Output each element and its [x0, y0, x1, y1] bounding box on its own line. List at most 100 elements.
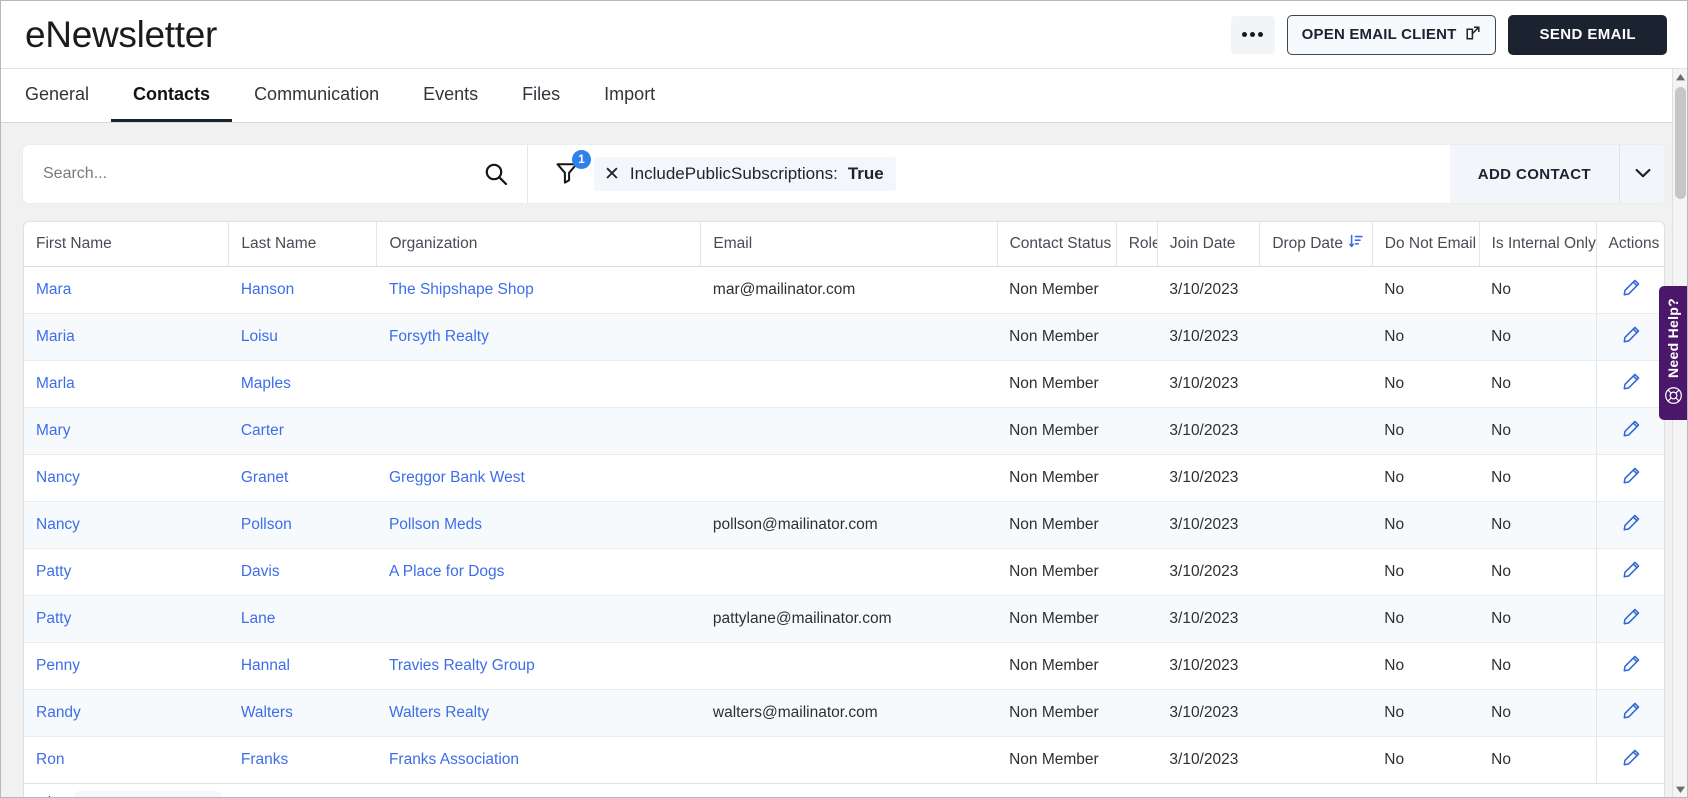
tab-events[interactable]: Events [401, 69, 500, 122]
cell-first_name[interactable]: Patty [24, 548, 229, 596]
cell-first_name[interactable]: Nancy [24, 454, 229, 502]
cell-organization[interactable]: Travies Realty Group [376, 642, 701, 690]
edit-row-button[interactable] [1622, 654, 1641, 678]
next-page-button[interactable] [185, 792, 215, 797]
last_name-link[interactable]: Lane [241, 610, 275, 627]
cell-last_name[interactable]: Hanson [228, 266, 377, 314]
table-row[interactable]: Penny Hannal Travies Realty Group Non Membe… [24, 642, 1664, 690]
filter-chip-includepublicsubscriptions[interactable]: ✕ IncludePublicSubscriptions: True [594, 157, 896, 191]
edit-row-button[interactable] [1622, 372, 1641, 396]
col-drop-date[interactable]: Drop Date [1259, 222, 1373, 267]
remove-filter-icon[interactable]: ✕ [604, 165, 620, 184]
cell-first_name[interactable]: Randy [24, 689, 229, 737]
table-row[interactable]: Ron Franks Franks Association Non Member 3/1… [24, 736, 1664, 783]
send-email-button[interactable]: SEND EMAIL [1508, 14, 1667, 55]
cell-last_name[interactable]: Carter [228, 407, 377, 455]
first_name-link[interactable]: Nancy [36, 516, 80, 533]
cell-organization[interactable] [376, 595, 701, 643]
tab-general[interactable]: General [25, 69, 111, 122]
grid-settings-button[interactable] [38, 793, 61, 797]
last_name-link[interactable]: Hannal [241, 657, 290, 674]
cell-last_name[interactable]: Hannal [228, 642, 377, 690]
first_name-link[interactable]: Nancy [36, 469, 80, 486]
edit-row-button[interactable] [1622, 607, 1641, 631]
table-row[interactable]: Randy Walters Walters Realty walters@mailin… [24, 689, 1664, 737]
tab-communication[interactable]: Communication [232, 69, 401, 122]
last_name-link[interactable]: Loisu [241, 328, 278, 345]
organization-link[interactable]: Forsyth Realty [389, 328, 489, 345]
first_name-link[interactable]: Penny [36, 657, 80, 674]
edit-row-button[interactable] [1622, 419, 1641, 443]
cell-first_name[interactable]: Mara [24, 266, 229, 314]
filter-funnel-button[interactable]: 1 [554, 149, 591, 190]
vertical-scrollbar[interactable] [1672, 69, 1687, 797]
cell-first_name[interactable]: Maria [24, 313, 229, 361]
col-do-not-email[interactable]: Do Not Email [1372, 222, 1480, 267]
cell-last_name[interactable]: Davis [228, 548, 377, 596]
col-last-name[interactable]: Last Name [228, 222, 378, 267]
cell-first_name[interactable]: Mary [24, 407, 229, 455]
col-join-date[interactable]: Join Date [1157, 222, 1261, 267]
cell-first_name[interactable]: Nancy [24, 501, 229, 549]
last_name-link[interactable]: Davis [241, 563, 280, 580]
tab-files[interactable]: Files [500, 69, 582, 122]
col-first-name[interactable]: First Name [24, 222, 230, 267]
table-row[interactable]: Maria Loisu Forsyth Realty Non Member 3/10/2… [24, 313, 1664, 361]
table-row[interactable]: Patty Davis A Place for Dogs Non Member 3/10… [24, 548, 1664, 596]
open-email-client-button[interactable]: OPEN EMAIL CLIENT [1286, 14, 1497, 55]
cell-organization[interactable]: Franks Association [377, 736, 701, 783]
scroll-up-arrow-icon[interactable] [1673, 69, 1687, 85]
cell-first_name[interactable]: Patty [24, 595, 229, 643]
organization-link[interactable]: Greggor Bank West [389, 469, 525, 486]
table-row[interactable]: Mara Hanson The Shipshape Shop mar@mailinat… [24, 266, 1664, 314]
edit-row-button[interactable] [1622, 325, 1641, 349]
col-email[interactable]: Email [700, 222, 998, 267]
first_name-link[interactable]: Mary [36, 422, 70, 439]
last_name-link[interactable]: Granet [241, 469, 288, 486]
cell-organization[interactable]: Forsyth Realty [376, 313, 701, 361]
search-input[interactable] [43, 165, 483, 183]
organization-link[interactable]: Travies Realty Group [389, 657, 535, 674]
last_name-link[interactable]: Carter [241, 422, 284, 439]
add-contact-button[interactable]: ADD CONTACT [1449, 145, 1619, 203]
cell-last_name[interactable]: Franks [229, 736, 377, 783]
cell-last_name[interactable]: Granet [228, 454, 377, 502]
search-icon[interactable] [483, 161, 509, 187]
cell-last_name[interactable]: Maples [228, 360, 377, 408]
last_name-link[interactable]: Hanson [241, 281, 294, 298]
cell-last_name[interactable]: Walters [228, 689, 377, 737]
tab-import[interactable]: Import [582, 69, 677, 122]
edit-row-button[interactable] [1622, 278, 1641, 302]
last_name-link[interactable]: Maples [241, 375, 291, 392]
first_name-link[interactable]: Ron [36, 751, 64, 768]
table-row[interactable]: Nancy Pollson Pollson Meds pollson@mailinat… [24, 501, 1664, 549]
cell-first_name[interactable]: Ron [24, 736, 229, 783]
edit-row-button[interactable] [1622, 701, 1641, 725]
last_name-link[interactable]: Franks [241, 751, 288, 768]
cell-last_name[interactable]: Lane [228, 595, 377, 643]
col-contact-status[interactable]: Contact Status [997, 222, 1117, 267]
cell-organization[interactable]: Walters Realty [376, 689, 701, 737]
table-row[interactable]: Nancy Granet Greggor Bank West Non Member 3/… [24, 454, 1664, 502]
edit-row-button[interactable] [1622, 466, 1641, 490]
cell-organization[interactable]: The Shipshape Shop [376, 266, 701, 314]
table-row[interactable]: Patty Lane pattylane@mailinator.com Non Mem… [24, 595, 1664, 643]
col-is-internal-only[interactable]: Is Internal Only [1479, 222, 1597, 267]
first_name-link[interactable]: Patty [36, 563, 71, 580]
organization-link[interactable]: Walters Realty [389, 704, 489, 721]
cell-organization[interactable]: Pollson Meds [376, 501, 701, 549]
edit-row-button[interactable] [1622, 513, 1641, 537]
cell-organization[interactable] [376, 360, 701, 408]
cell-organization[interactable] [376, 407, 701, 455]
edit-row-button[interactable] [1622, 560, 1641, 584]
organization-link[interactable]: The Shipshape Shop [389, 281, 534, 298]
last_name-link[interactable]: Walters [241, 704, 293, 721]
first_name-link[interactable]: Mara [36, 281, 71, 298]
scroll-down-arrow-icon[interactable] [1673, 781, 1687, 797]
first_name-link[interactable]: Marla [36, 375, 75, 392]
last_name-link[interactable]: Pollson [241, 516, 292, 533]
organization-link[interactable]: A Place for Dogs [389, 563, 504, 580]
col-organization[interactable]: Organization [376, 222, 702, 267]
edit-row-button[interactable] [1622, 748, 1641, 772]
cell-organization[interactable]: Greggor Bank West [376, 454, 701, 502]
